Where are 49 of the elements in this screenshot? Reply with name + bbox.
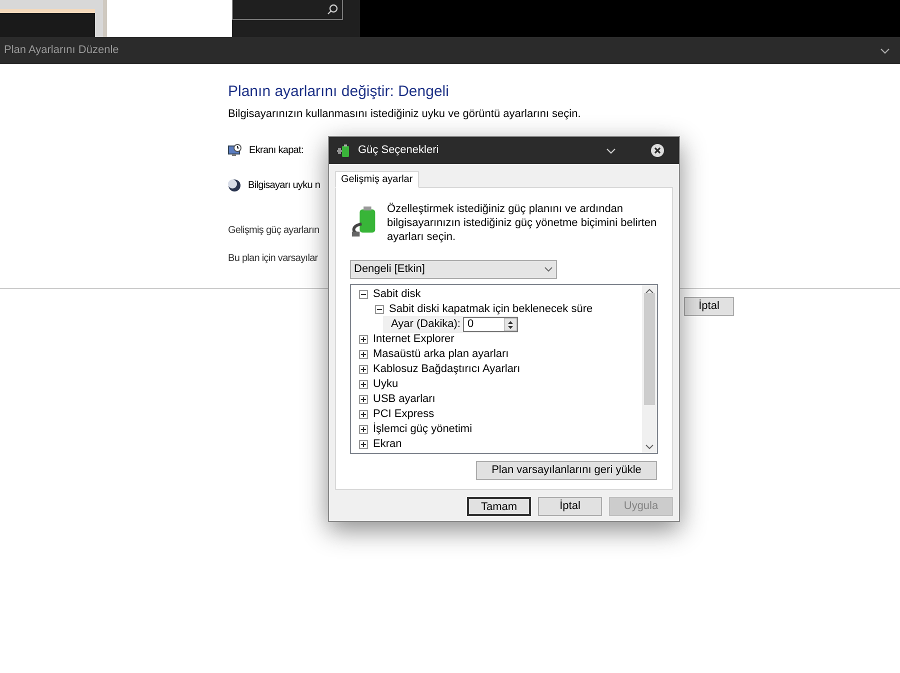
search-field[interactable] bbox=[232, 0, 343, 20]
chevron-down-icon[interactable] bbox=[880, 48, 890, 54]
page-description: Bilgisayarınızın kullanmasını istediğiniz uyku ve görüntü ayarlarını seçin. bbox=[228, 107, 582, 122]
cancel-button[interactable]: İptal bbox=[684, 297, 734, 316]
tree-item[interactable]: PCI Express bbox=[373, 406, 434, 423]
ok-button[interactable]: Tamam bbox=[467, 497, 531, 516]
dialog-title: Güç Seçenekleri bbox=[358, 143, 440, 158]
tree-item[interactable]: USB ayarları bbox=[373, 391, 436, 408]
close-icon[interactable] bbox=[651, 144, 664, 157]
chevron-up-icon[interactable] bbox=[645, 287, 654, 296]
chevron-down-icon[interactable] bbox=[606, 148, 616, 154]
battery-plug-icon bbox=[337, 144, 351, 158]
tree-item[interactable]: Masaüstü arka plan ayarları bbox=[373, 346, 509, 363]
expand-icon[interactable] bbox=[359, 335, 368, 344]
plan-dropdown[interactable]: Dengeli [Etkin] bbox=[350, 260, 557, 279]
expand-icon[interactable] bbox=[359, 380, 368, 389]
setting-label: Ekranı kapat: bbox=[249, 144, 304, 158]
collapse-icon[interactable] bbox=[359, 290, 368, 299]
restore-defaults-button[interactable]: Plan varsayılanlarını geri yükle bbox=[476, 461, 657, 480]
tree-item[interactable]: Sabit disk bbox=[373, 286, 421, 303]
tree-item[interactable]: Internet Explorer bbox=[373, 331, 454, 348]
tree-item[interactable]: Ekran bbox=[373, 436, 402, 453]
minutes-spinner[interactable]: 0 bbox=[463, 317, 518, 332]
cancel-button[interactable]: İptal bbox=[538, 497, 602, 516]
chevron-down-icon bbox=[544, 267, 553, 272]
page-heading: Planın ayarlarını değiştir: Dengeli bbox=[228, 82, 450, 102]
monitor-clock-icon bbox=[228, 144, 242, 156]
expand-icon[interactable] bbox=[359, 410, 368, 419]
tab[interactable]: Gelişmiş ayarlar bbox=[335, 171, 419, 188]
tree-item[interactable]: Sabit diski kapatmak için beklenecek süre bbox=[389, 301, 593, 318]
scrollbar[interactable] bbox=[642, 285, 657, 453]
expand-icon[interactable] bbox=[359, 395, 368, 404]
spin-arrows-icon[interactable] bbox=[504, 318, 518, 331]
expand-icon[interactable] bbox=[359, 365, 368, 374]
chevron-down-icon[interactable] bbox=[645, 442, 654, 451]
collapse-icon[interactable] bbox=[375, 305, 384, 314]
search-icon bbox=[327, 4, 338, 15]
dialog-description: Özelleştirmek istediğiniz güç planını ve ardından bilgisayarınızın istediğiniz güç yönetme biçimini belirten ayarları seçin. bbox=[387, 202, 658, 244]
scrollbar-thumb[interactable] bbox=[644, 293, 655, 405]
moon-icon bbox=[228, 178, 241, 192]
expand-icon[interactable] bbox=[359, 440, 368, 449]
expand-icon[interactable] bbox=[359, 425, 368, 434]
tree-item[interactable]: Uyku bbox=[373, 376, 398, 393]
tree-item[interactable]: İşlemci güç yönetimi bbox=[373, 421, 472, 438]
expand-icon[interactable] bbox=[359, 350, 368, 359]
tree-item[interactable]: Kablosuz Bağdaştırıcı Ayarları bbox=[373, 361, 520, 378]
setting-label: Bilgisayarı uyku n bbox=[248, 178, 320, 192]
window-title: Plan Ayarlarını Düzenle bbox=[4, 43, 119, 58]
setting-label: Ayar (Dakika): bbox=[391, 317, 460, 332]
